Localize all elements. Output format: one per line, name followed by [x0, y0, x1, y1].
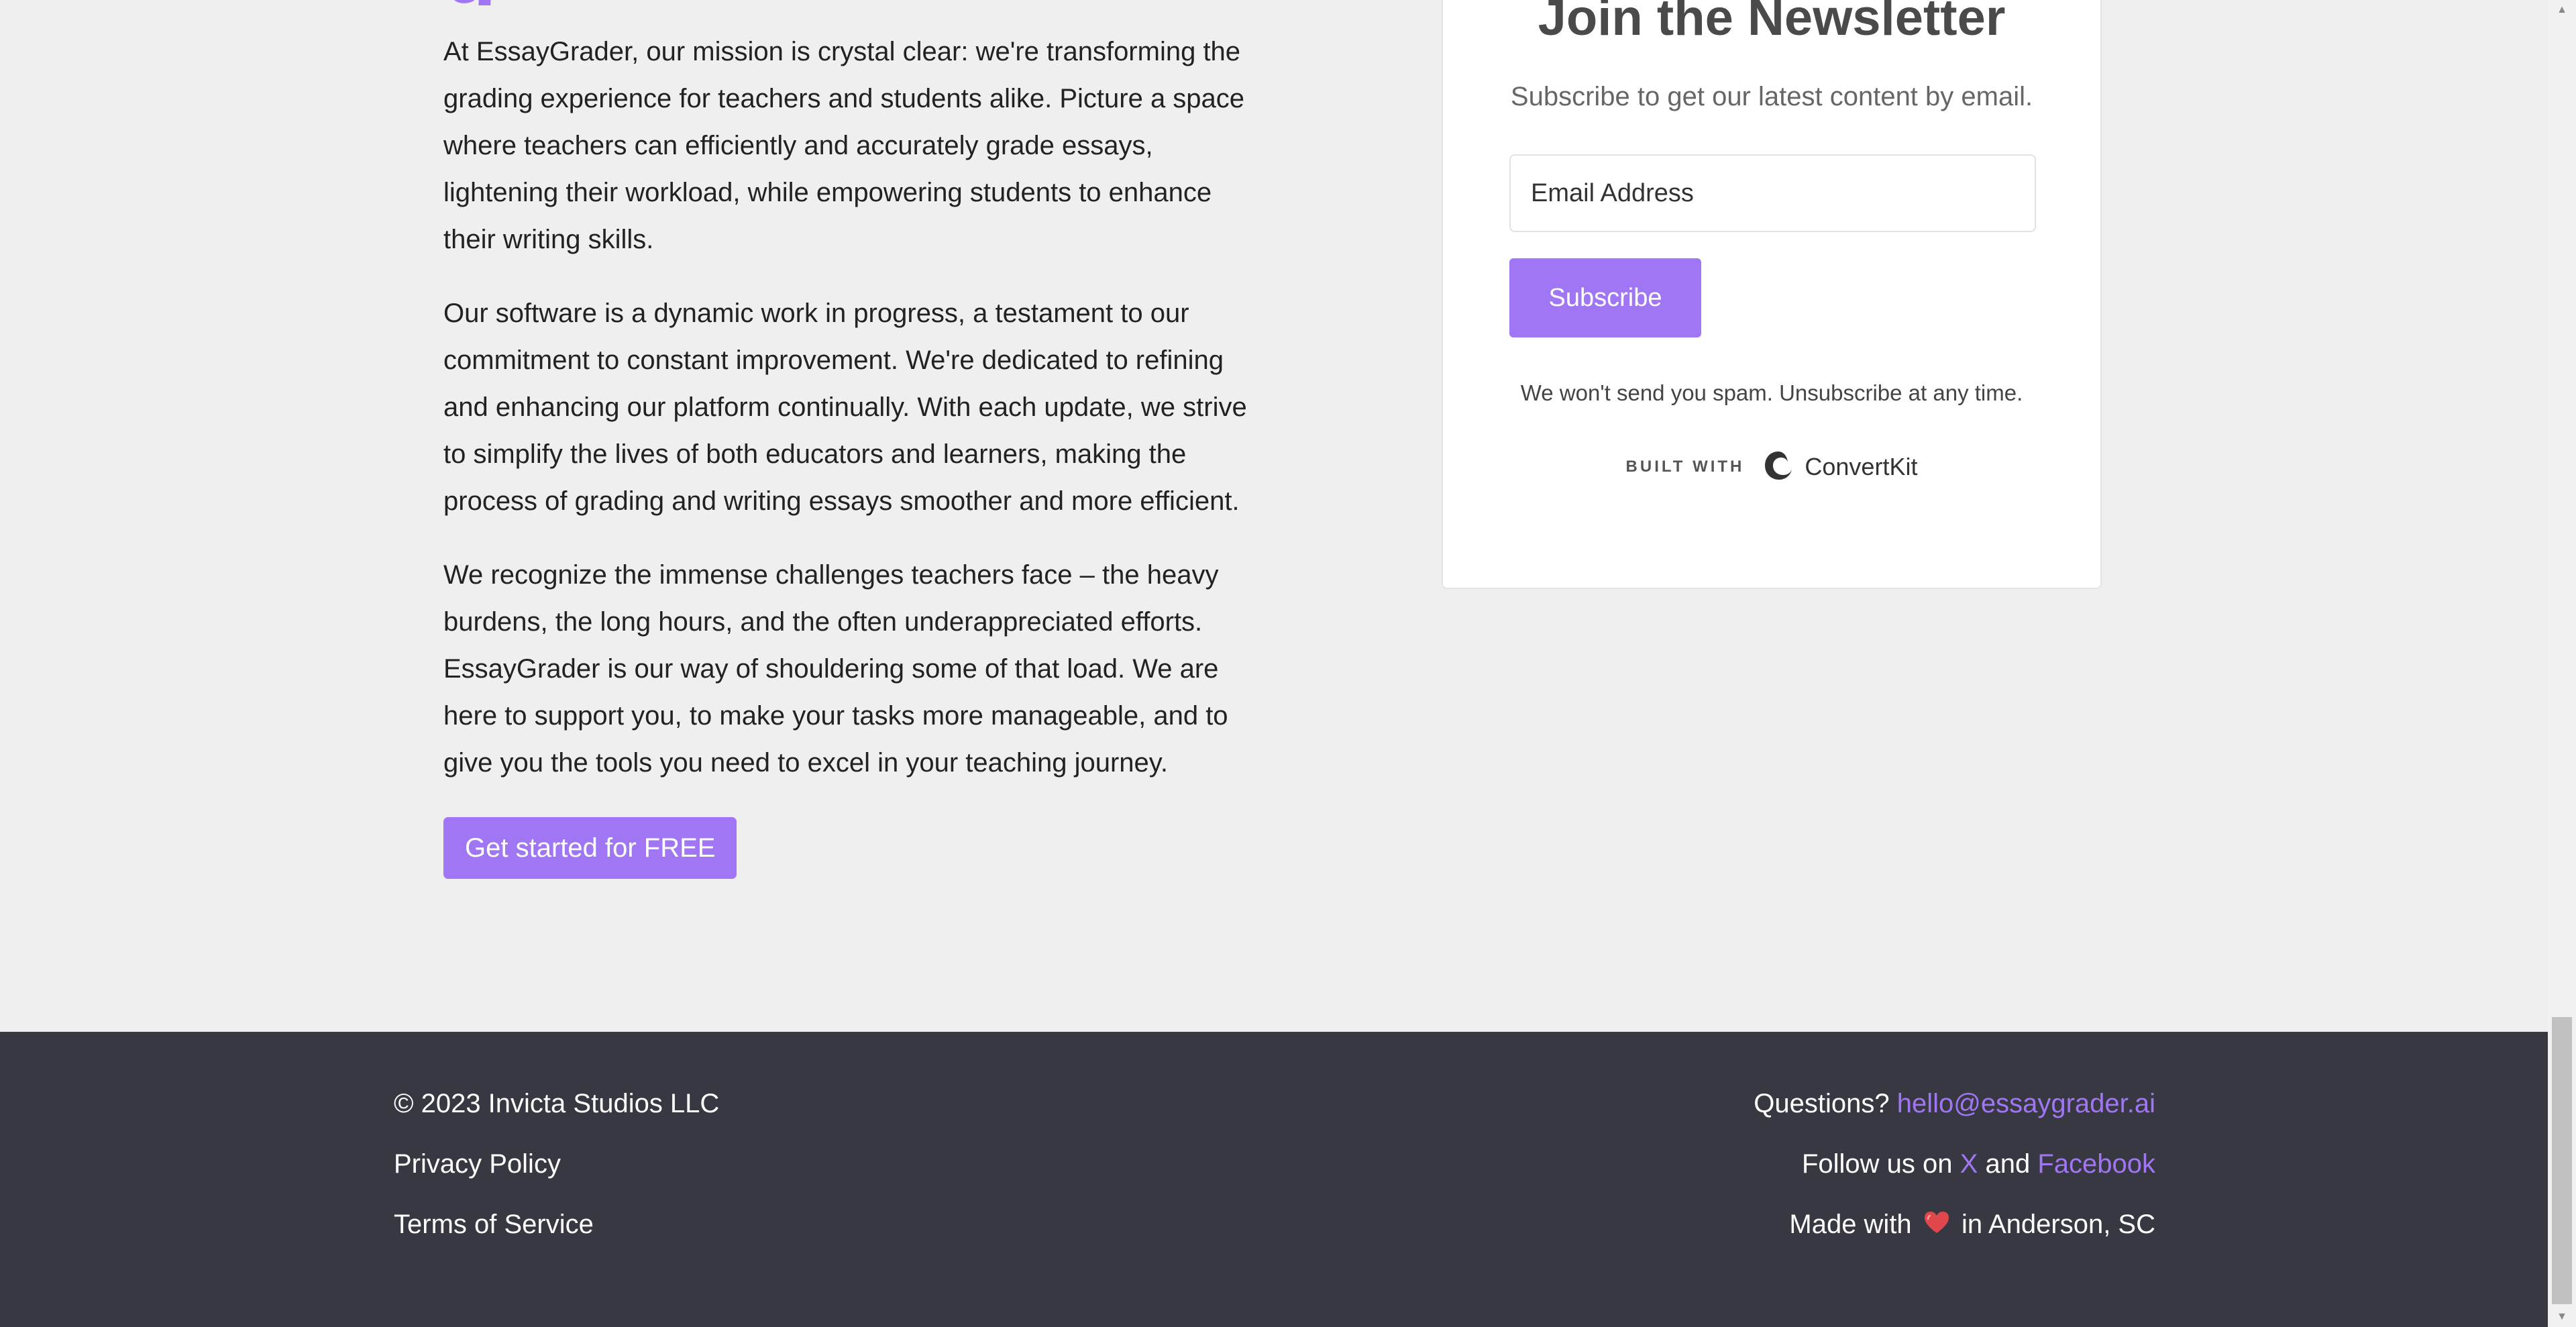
x-link[interactable]: X — [1960, 1149, 1978, 1179]
vertical-scrollbar[interactable]: ▲ ▼ — [2548, 0, 2576, 1327]
privacy-policy-link[interactable]: Privacy Policy — [394, 1147, 561, 1181]
convertkit-brand-text: ConvertKit — [1805, 453, 1918, 480]
newsletter-subtitle: Subscribe to get our latest content by e… — [1510, 82, 2033, 111]
newsletter-card: Join the Newsletter Subscribe to get our… — [1442, 0, 2102, 589]
about-content: At EssayGrader, our mission is crystal c… — [443, 28, 1262, 879]
scroll-up-arrow-icon[interactable]: ▲ — [2548, 0, 2576, 20]
questions-label: Questions? — [1754, 1089, 1890, 1118]
copyright-text: © 2023 Invicta Studios LLC — [394, 1089, 720, 1118]
newsletter-title: Join the Newsletter — [1538, 0, 2006, 46]
subscribe-button[interactable]: Subscribe — [1509, 258, 1701, 337]
convertkit-logo-icon — [1760, 447, 1796, 487]
contact-email-link[interactable]: hello@essaygrader.ai — [1897, 1089, 2155, 1118]
about-paragraph-1: At EssayGrader, our mission is crystal c… — [443, 37, 1245, 254]
page-heading-fragment: g — [443, 0, 496, 5]
site-footer: © 2023 Invicta Studios LLC Privacy Polic… — [0, 1032, 2548, 1327]
made-in-location: in Anderson, SC — [1961, 1210, 2155, 1239]
questions-line: Questions? hello@essaygrader.ai — [1754, 1087, 2155, 1120]
about-paragraph-2: Our software is a dynamic work in progre… — [443, 299, 1247, 516]
convertkit-logo: ConvertKit — [1760, 447, 1917, 487]
get-started-button[interactable]: Get started for FREE — [443, 817, 737, 879]
follow-us-line: Follow us on X and Facebook — [1802, 1147, 2155, 1181]
email-address-input[interactable] — [1509, 154, 2036, 232]
heart-icon — [1923, 1209, 1950, 1242]
built-with-convertkit-link[interactable]: BUILT WITH ConvertKit — [1443, 447, 2100, 487]
scrollbar-thumb[interactable] — [2552, 1017, 2572, 1304]
terms-of-service-link[interactable]: Terms of Service — [394, 1208, 594, 1241]
spam-disclaimer: We won't send you spam. Unsubscribe at a… — [1520, 380, 2023, 405]
made-with-label: Made with — [1789, 1210, 1912, 1239]
follow-us-label: Follow us on — [1801, 1149, 1953, 1179]
made-with-line: Made with in Anderson, SC — [1789, 1208, 2155, 1242]
about-paragraph-3: We recognize the immense challenges teac… — [443, 560, 1228, 778]
facebook-link[interactable]: Facebook — [2037, 1149, 2155, 1179]
and-text: and — [1985, 1149, 2031, 1179]
page: g At EssayGrader, our mission is crystal… — [0, 0, 2548, 1327]
scroll-down-arrow-icon[interactable]: ▼ — [2548, 1307, 2576, 1327]
built-with-label: BUILT WITH — [1625, 458, 1745, 476]
